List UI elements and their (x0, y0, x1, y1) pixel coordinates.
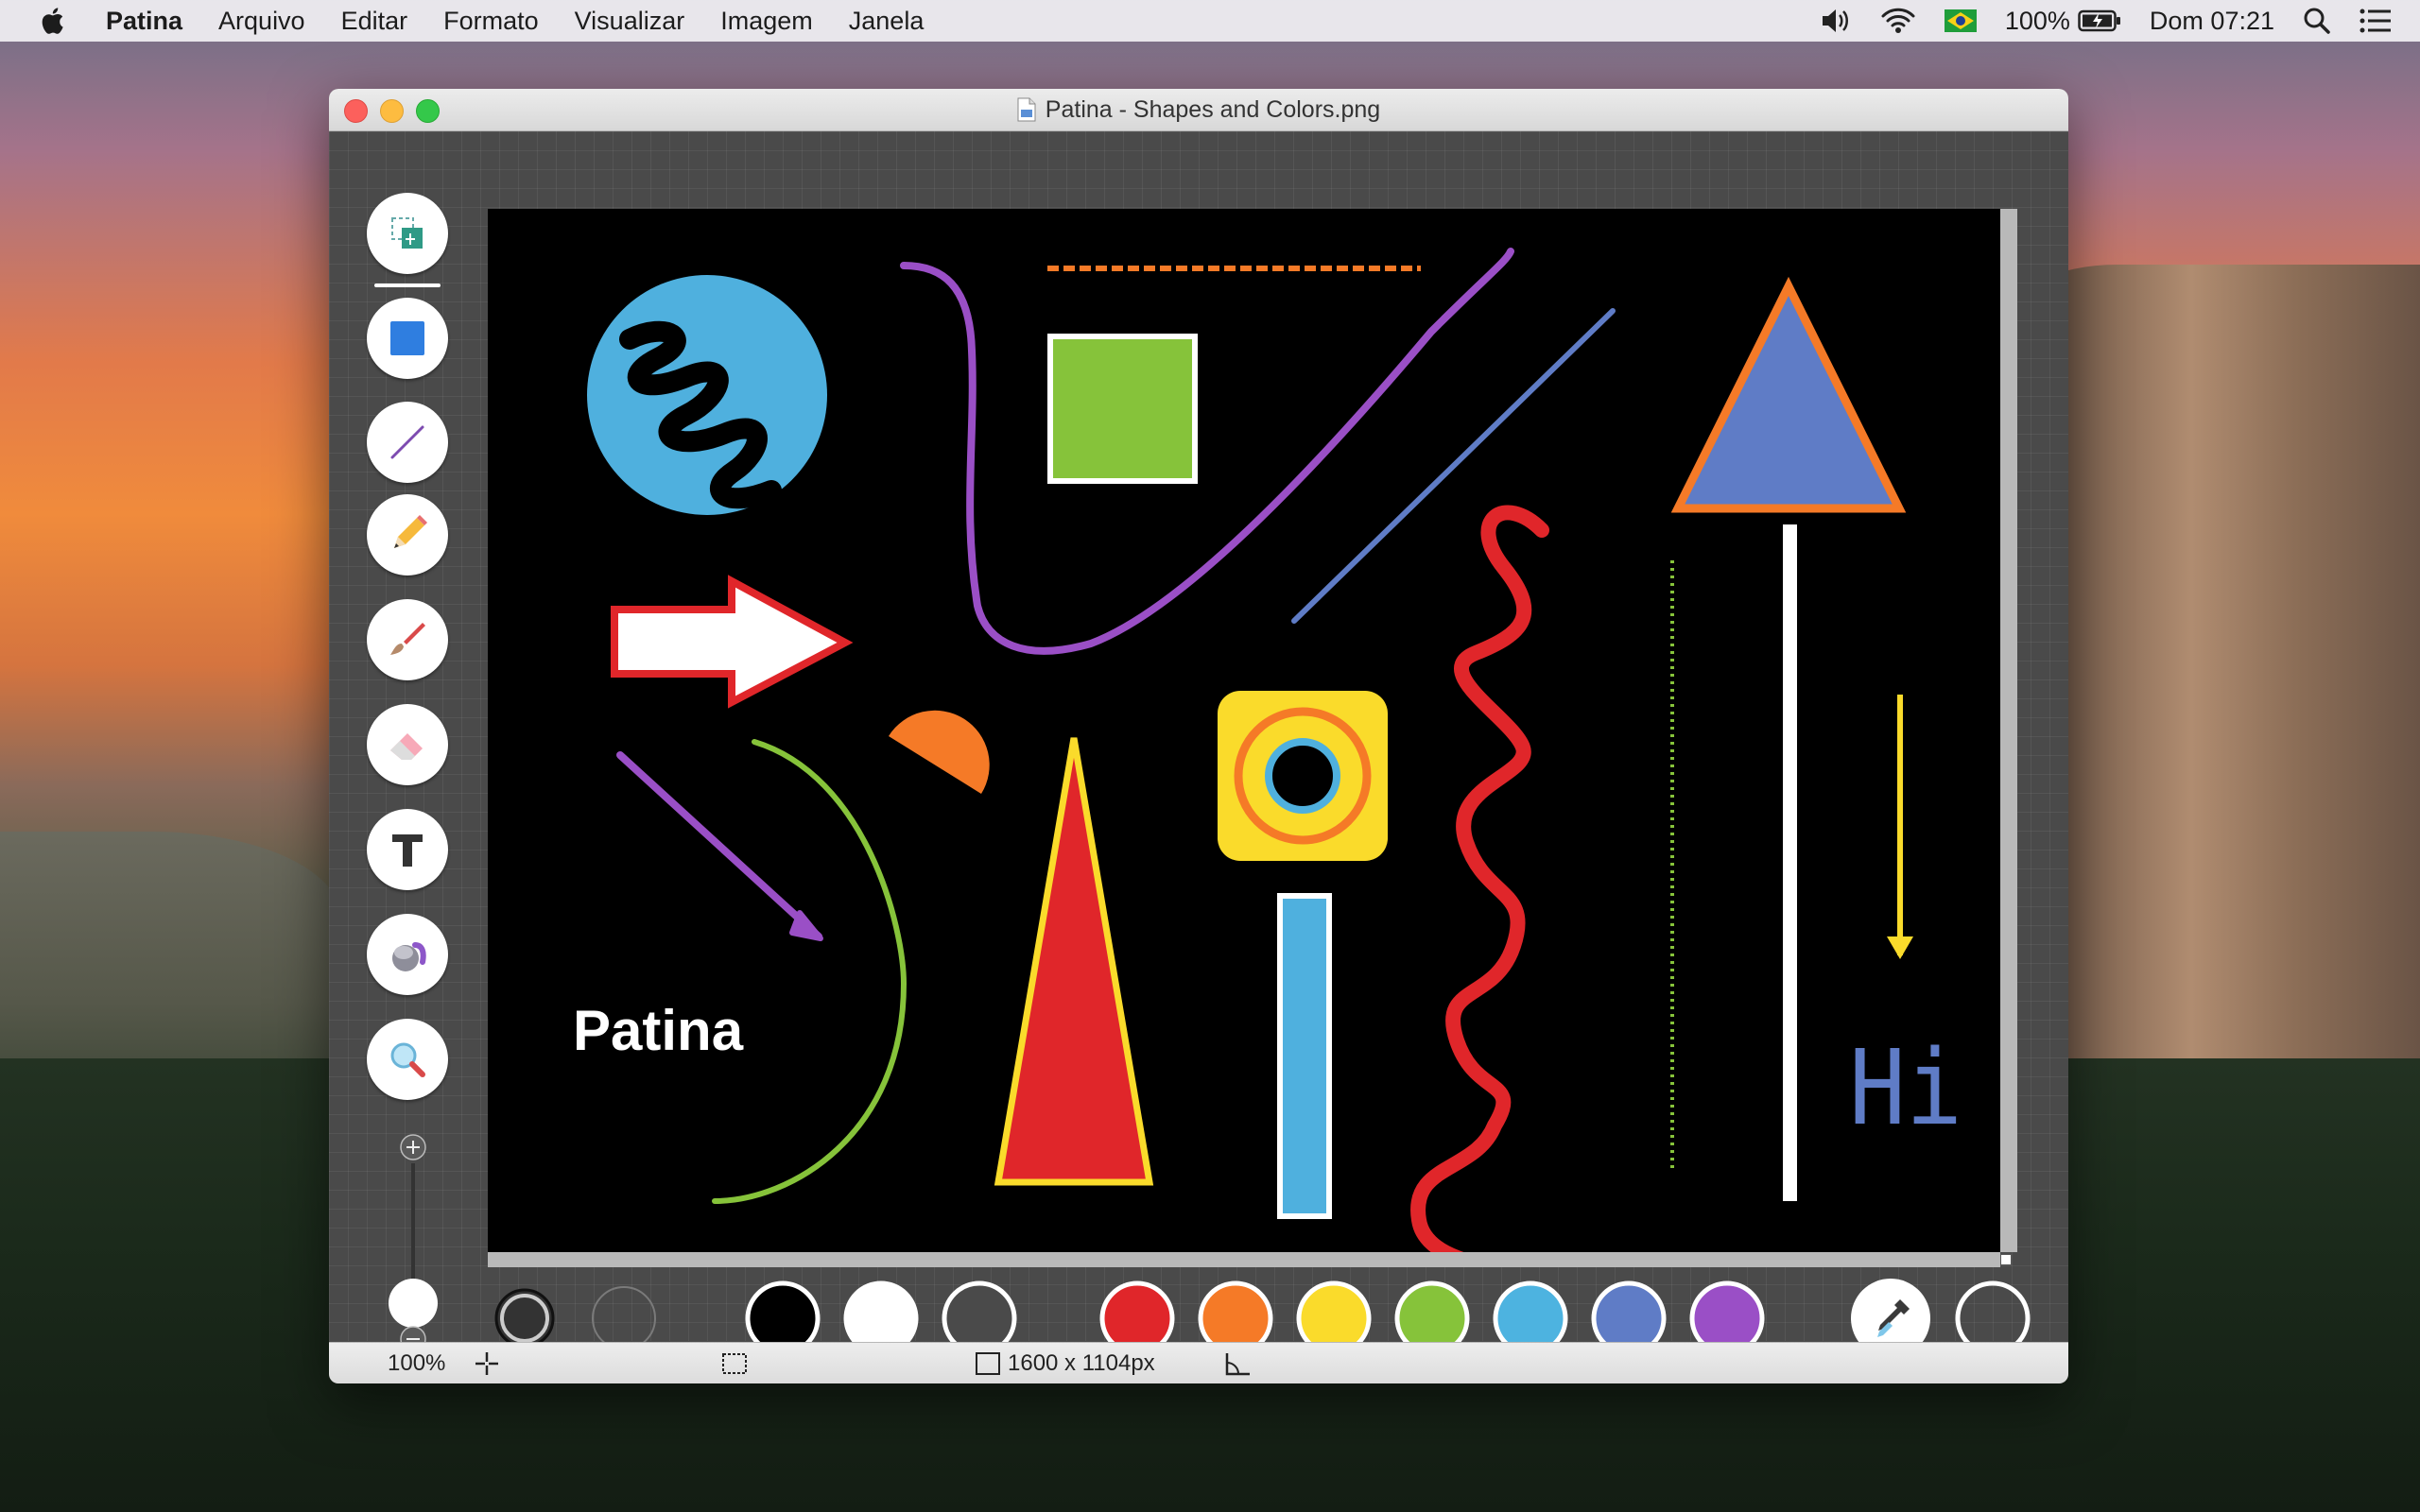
purple-arrowhead (789, 910, 823, 941)
swatch-blue[interactable] (1591, 1280, 1667, 1350)
volume-icon[interactable] (1820, 7, 1852, 35)
stroke-color-well[interactable] (494, 1288, 555, 1349)
swatch-gray[interactable] (942, 1280, 1017, 1350)
workspace: Hi Patina (329, 131, 2068, 1350)
paint-bucket-icon (392, 942, 426, 971)
menu-janela[interactable]: Janela (849, 7, 925, 36)
fill-tool-button[interactable] (367, 914, 448, 995)
pencil-icon (394, 515, 427, 548)
selection-icon (391, 217, 423, 249)
app-window: Patina - Shapes and Colors.png Hi Patina… (329, 89, 2068, 1383)
spotlight-search-icon[interactable] (2303, 7, 2331, 35)
angle-icon (1221, 1343, 1252, 1383)
selection-size-icon (720, 1343, 749, 1383)
drawing-canvas[interactable]: Hi Patina (488, 209, 2000, 1252)
orange-half-circle-shape[interactable] (889, 710, 990, 794)
white-arrow-shape[interactable] (611, 575, 854, 709)
notification-center-icon[interactable] (2360, 9, 2392, 33)
menu-formato[interactable]: Formato (443, 7, 539, 36)
swatch-yellow[interactable] (1296, 1280, 1372, 1350)
apple-logo-icon[interactable] (38, 5, 70, 37)
brush-tool-button[interactable] (367, 599, 448, 680)
yellow-arrowhead (1887, 936, 1913, 959)
eraser-icon (390, 733, 423, 760)
image-size-icon (974, 1343, 1002, 1383)
swatch-white[interactable] (843, 1280, 919, 1350)
zoom-level[interactable]: 100% (388, 1343, 445, 1383)
active-tool-indicator (374, 284, 441, 287)
square-shape-icon (390, 321, 424, 355)
swatch-red[interactable] (1099, 1280, 1175, 1350)
status-bar: 100% 1600 x 1104px (329, 1342, 2068, 1383)
menu-app-name[interactable]: Patina (106, 7, 182, 36)
green-arc-stroke[interactable] (712, 739, 908, 1204)
menu-visualizar[interactable]: Visualizar (575, 7, 685, 36)
red-squiggle-stroke[interactable] (1410, 505, 1549, 1252)
title-bar[interactable]: Patina - Shapes and Colors.png (329, 89, 2068, 131)
swatch-black[interactable] (745, 1280, 821, 1350)
menu-clock[interactable]: Dom 07:21 (2150, 7, 2274, 36)
red-triangle-shape[interactable] (994, 737, 1154, 1186)
window-title-text: Patina - Shapes and Colors.png (1045, 95, 1381, 123)
magnifier-icon (390, 1042, 425, 1077)
eyedropper-button[interactable] (1851, 1279, 1930, 1350)
brazil-flag-icon[interactable] (1944, 9, 1977, 32)
custom-color-well[interactable] (1955, 1280, 2031, 1350)
green-square-shape[interactable] (1047, 334, 1198, 484)
purple-arrow-line[interactable] (616, 751, 822, 940)
blue-vertical-bar-shape[interactable] (1277, 893, 1332, 1219)
line-tool-button[interactable] (367, 402, 465, 483)
image-dimensions: 1600 x 1104px (1008, 1350, 1155, 1376)
swatch-cyan[interactable] (1493, 1280, 1568, 1350)
blue-line[interactable] (1291, 308, 1616, 624)
selection-tool-button[interactable] (367, 193, 465, 274)
hi-text[interactable]: Hi (1849, 1027, 1962, 1148)
wifi-icon[interactable] (1880, 7, 1916, 35)
swatch-orange[interactable] (1198, 1280, 1273, 1350)
menu-imagem[interactable]: Imagem (720, 7, 813, 36)
swatch-purple[interactable] (1689, 1280, 1765, 1350)
purple-curve-stroke[interactable] (900, 248, 1514, 655)
brush-icon (390, 623, 425, 655)
eraser-tool-button[interactable] (367, 704, 448, 785)
menu-editar[interactable]: Editar (341, 7, 408, 36)
menu-bar: Patina Arquivo Editar Formato Visualizar… (0, 0, 2420, 42)
swatch-green[interactable] (1394, 1280, 1470, 1350)
battery-percent: 100% (2004, 6, 2070, 35)
text-tool-button[interactable] (367, 809, 448, 890)
vertical-scrollbar[interactable] (2000, 209, 2017, 1252)
fill-color-well[interactable] (592, 1286, 656, 1350)
line-icon (390, 425, 424, 459)
shape-tool-button[interactable] (367, 298, 465, 379)
white-vertical-bar[interactable] (1783, 524, 1797, 1201)
cursor-position-icon (473, 1343, 501, 1383)
pencil-tool-button[interactable] (367, 494, 448, 576)
blue-triangle-shape[interactable] (1670, 276, 1907, 513)
menu-arquivo[interactable]: Arquivo (218, 7, 305, 36)
color-palette (494, 1279, 2031, 1350)
patina-text[interactable]: Patina (573, 999, 744, 1062)
battery-charging-icon[interactable] (2078, 9, 2121, 33)
text-icon (392, 834, 423, 867)
blue-ring-shape[interactable] (1265, 738, 1340, 814)
window-title: Patina - Shapes and Colors.png (329, 89, 2068, 130)
png-document-icon (1017, 97, 1036, 122)
zoom-tool-button[interactable] (367, 1019, 448, 1100)
